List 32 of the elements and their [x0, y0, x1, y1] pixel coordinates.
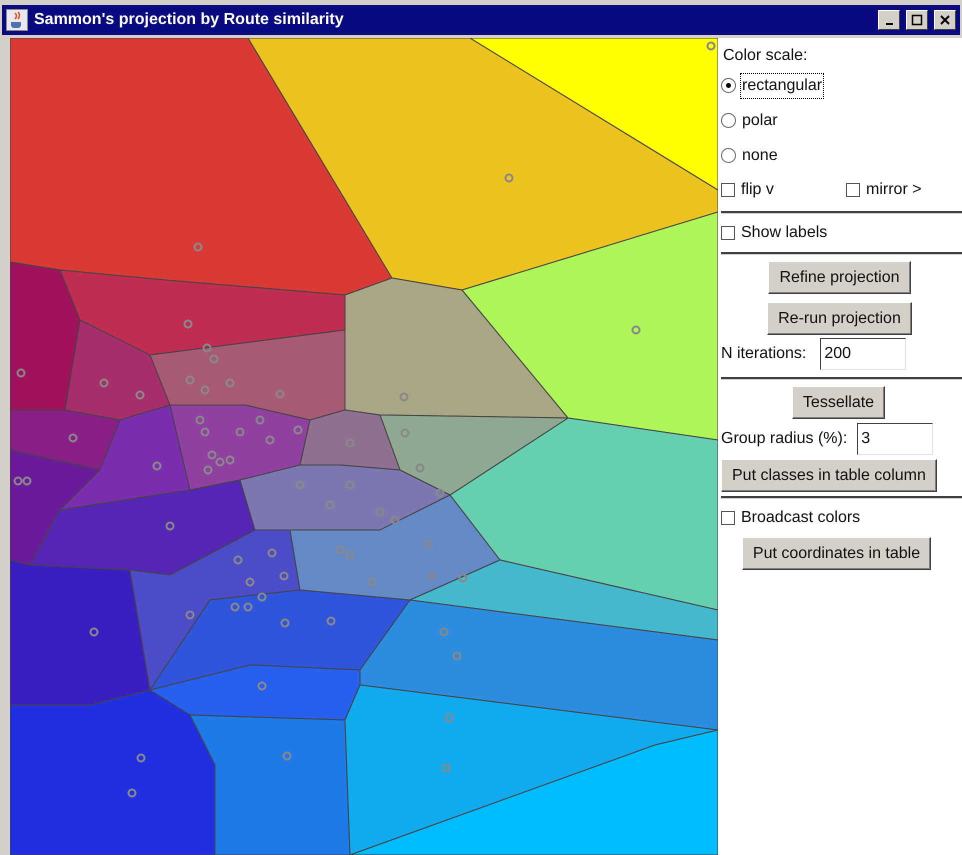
- checkbox[interactable]: [721, 183, 735, 197]
- maximize-icon: [911, 14, 923, 26]
- action-button[interactable]: Put coordinates in table: [742, 537, 932, 570]
- action-button[interactable]: Re-run projection: [767, 302, 912, 335]
- checkbox[interactable]: [721, 511, 735, 525]
- number-field[interactable]: 3: [857, 423, 934, 455]
- checkbox[interactable]: [846, 183, 860, 197]
- checkbox-label: Show labels: [741, 223, 828, 243]
- section-label: Color scale:: [722, 46, 808, 66]
- close-icon: [939, 14, 951, 26]
- radio-label: none: [741, 146, 779, 166]
- minimize-button[interactable]: [878, 10, 900, 30]
- checkbox-label: Broadcast colors: [741, 508, 860, 528]
- radio-label: rectangular: [740, 72, 824, 98]
- checkbox-label: mirror >: [866, 180, 922, 200]
- action-button[interactable]: Tessellate: [792, 386, 886, 419]
- number-field[interactable]: 200: [820, 338, 906, 370]
- radio-label: polar: [741, 110, 779, 130]
- action-button[interactable]: Put classes in table column: [721, 459, 937, 492]
- cup-icon: [6, 9, 28, 31]
- close-button[interactable]: [934, 10, 956, 30]
- radio-button[interactable]: [721, 78, 736, 93]
- window-title: Sammon's projection by Route similarity: [34, 10, 345, 30]
- action-button[interactable]: Refine projection: [768, 261, 911, 294]
- checkbox[interactable]: [721, 226, 735, 240]
- checkbox-label: flip v: [741, 180, 774, 200]
- field-label: N iterations:: [721, 344, 806, 364]
- field-label: Group radius (%):: [721, 429, 848, 449]
- minimize-icon: [886, 23, 892, 25]
- radio-button[interactable]: [721, 113, 736, 128]
- maximize-button[interactable]: [906, 10, 928, 30]
- radio-button[interactable]: [721, 148, 736, 163]
